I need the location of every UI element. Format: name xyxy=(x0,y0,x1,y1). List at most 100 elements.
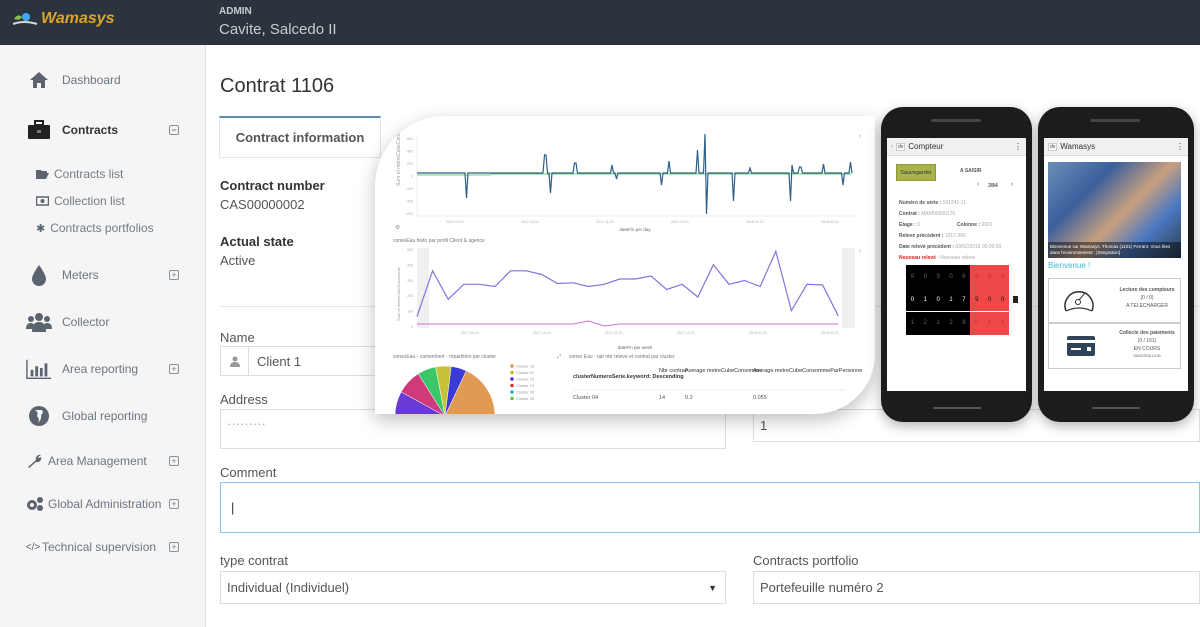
odometer-row: 90906899 xyxy=(906,265,1009,288)
chart1-xlabel: dateFin per day xyxy=(619,227,651,232)
actual-state-value: Active xyxy=(220,253,256,268)
chart2-collapse-icon: ‹ xyxy=(859,248,862,255)
contracts-portfolio-field[interactable]: Portefeuille numéro 2 xyxy=(753,571,1200,604)
sidebar-item-meters[interactable]: Meters + xyxy=(0,264,206,286)
legend-swatch xyxy=(510,396,514,401)
chart1-ytick: -400 xyxy=(406,200,413,204)
address-field[interactable]: ········· xyxy=(220,409,726,449)
expand-icon[interactable]: + xyxy=(169,542,179,552)
brand-name: Wamasys xyxy=(41,10,115,27)
cogs-icon xyxy=(22,493,48,515)
sidebar-item-area-management[interactable]: Area Management + xyxy=(0,450,206,472)
expand-icon[interactable]: + xyxy=(169,270,179,280)
sidebar-item-dashboard[interactable]: Dashboard xyxy=(0,69,206,91)
chart1-series-green xyxy=(417,173,852,176)
sidebar-item-global-reporting[interactable]: Global reporting xyxy=(0,405,206,427)
phone1-pager: 3/84 xyxy=(988,183,998,189)
table-header-avg: Average metreCubeConsomme xyxy=(685,368,762,374)
sidebar-subitem-collection-list[interactable]: Collection list xyxy=(36,194,125,208)
top-bar: Wamasys ADMIN Cavite, Salcedo II xyxy=(0,0,1200,45)
odometer-digit: 2 xyxy=(918,311,932,335)
sidebar-item-technical-supervision[interactable]: </> Technical supervision + xyxy=(0,536,206,558)
prev-reading-label: Relevé précédent : xyxy=(899,233,944,239)
sidebar-item-contracts[interactable]: Contracts − xyxy=(0,119,206,141)
type-contrat-value: Individual (Individuel) xyxy=(227,580,350,595)
current-zone[interactable]: Cavite, Salcedo II xyxy=(219,21,337,38)
sidebar-subitem-label: Contracts list xyxy=(54,167,124,181)
actual-state-label: Actual state xyxy=(220,234,294,249)
chart2-ytick: 100 xyxy=(407,310,413,314)
odometer-digit: 0 xyxy=(983,288,997,312)
legend-swatch xyxy=(510,370,514,375)
card1-title: Lecture des compteurs xyxy=(1119,287,1175,293)
name-label: Name xyxy=(220,330,255,345)
chart1-xtick: 2017-09-01 xyxy=(446,220,464,224)
chart1-ytick: -600 xyxy=(406,212,413,216)
odometer-digit: 9 xyxy=(931,265,945,288)
name-field[interactable]: Client 1 xyxy=(220,346,380,376)
odometer-digit: 0 xyxy=(931,288,945,312)
card2-date: 15/02/2018 14:30 xyxy=(1133,354,1161,358)
sidebar-item-collector[interactable]: Collector xyxy=(0,311,206,333)
pie-title: consoEau - camembert - répartition par c… xyxy=(393,354,496,360)
odometer-digit: 1 xyxy=(931,311,945,335)
brand-logo[interactable]: Wamasys xyxy=(12,10,115,28)
comment-field[interactable]: | xyxy=(220,482,1200,533)
payment-collection-card[interactable]: Collecte des paiements (0 / 161) EN COUR… xyxy=(1048,323,1181,369)
chart1-ytick: 400 xyxy=(407,150,413,154)
sidebar-item-global-administration[interactable]: Global Administration + xyxy=(0,493,206,515)
legend-swatch xyxy=(510,377,514,381)
water-drop-icon xyxy=(26,264,52,286)
sidebar-item-label: Dashboard xyxy=(62,73,121,87)
phone2-appbar: dv Wamasys ⋮ xyxy=(1044,138,1188,156)
briefcase-icon xyxy=(26,119,52,141)
odometer-digit: 8 xyxy=(957,311,971,335)
expand-icon[interactable]: + xyxy=(169,499,179,509)
odometer-digit: 1 xyxy=(983,311,997,335)
collapse-icon[interactable]: − xyxy=(169,125,179,135)
chart1-xticks: 2017-09-01 2017-10-01 2017-11-01 2017-12-01… xyxy=(446,220,839,224)
sidebar-item-label: Global Administration xyxy=(48,497,162,511)
floor-label: Etage : xyxy=(899,222,916,228)
odometer-digit: 9 xyxy=(996,265,1009,288)
next-icon: › xyxy=(1011,181,1014,188)
legend-label: Cluster 16 xyxy=(516,364,535,369)
phone2-title: Wamasys xyxy=(1060,142,1096,151)
sidebar: Dashboard Contracts − Contracts list Col… xyxy=(0,45,206,627)
card1-status: A TELECHARGER xyxy=(1126,303,1168,309)
chart2-xtick: 2017-09-01 xyxy=(461,331,479,335)
serial-value: 191241-11 xyxy=(942,200,967,206)
phone1-title: Compteur xyxy=(908,142,944,151)
chart2-xtick: 2017-10-01 xyxy=(533,331,551,335)
pie-chart xyxy=(394,365,496,414)
sidebar-subitem-contracts-portfolios[interactable]: ✱ Contracts portfolios xyxy=(36,221,154,235)
type-contrat-select[interactable]: Individual (Individuel) ▼ xyxy=(220,571,726,604)
sidebar-item-area-reporting[interactable]: Area reporting + xyxy=(0,358,206,380)
welcome-text: Bienvenue ! xyxy=(1048,261,1091,270)
table-cell: 14 xyxy=(659,395,665,401)
user-role: ADMIN xyxy=(219,6,252,17)
chart1-ytick: -200 xyxy=(406,187,413,191)
expand-icon[interactable]: + xyxy=(169,364,179,374)
sidebar-subitem-contracts-list[interactable]: Contracts list xyxy=(36,167,123,181)
back-icon: ‹ xyxy=(891,143,893,150)
chart2-xtick: 2018-02-01 xyxy=(821,331,839,335)
meter-reading-card[interactable]: Lecture des compteurs (0 / 0) A TELECHAR… xyxy=(1048,278,1181,323)
chart2-ytick: 200 xyxy=(407,294,413,298)
pie-legend: Cluster 16Cluster 07 Cluster 19Cluster 13… xyxy=(510,364,535,401)
credit-card-icon xyxy=(1067,336,1095,356)
contract-label: Contrat : xyxy=(899,211,920,217)
sidebar-item-label: Area reporting xyxy=(62,362,139,376)
gauge-icon xyxy=(1064,291,1094,312)
save-button[interactable]: Sauvegarder xyxy=(896,164,936,181)
expand-icon[interactable]: + xyxy=(169,456,179,466)
delete-icon[interactable] xyxy=(1013,296,1018,303)
chart2-ytick: 300 xyxy=(407,279,413,283)
asterisk-icon: ✱ xyxy=(36,222,46,235)
tab-contract-information[interactable]: Contract information xyxy=(219,116,381,157)
chart1-ytick: 0 xyxy=(411,175,413,179)
odometer-digit: 9 xyxy=(983,265,997,288)
meter-digit-picker[interactable]: 909068990101790012128011 xyxy=(906,265,1009,335)
sidebar-item-label: Meters xyxy=(62,268,99,282)
bar-chart-icon xyxy=(26,358,52,380)
